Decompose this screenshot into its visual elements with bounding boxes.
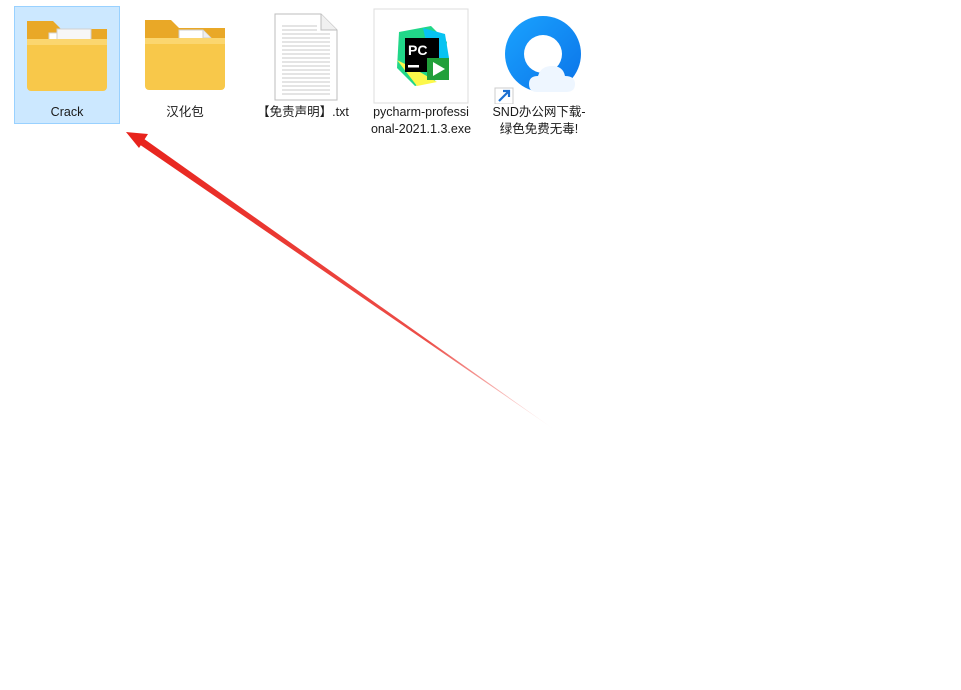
- pycharm-icon: PC: [373, 8, 469, 104]
- qq-browser-icon: [491, 8, 587, 104]
- folder-icon: [19, 9, 115, 105]
- shortcut-snd-download[interactable]: SND办公网下载-绿色免费无毒!: [486, 6, 592, 156]
- text-document-icon: [255, 8, 351, 104]
- file-label: pycharm-professional-2021.1.3.exe: [370, 105, 472, 136]
- folder-chinese-pack[interactable]: 汉化包: [132, 6, 238, 156]
- folder-icon: [137, 8, 233, 104]
- folder-label: Crack: [50, 105, 84, 119]
- pycharm-badge-text: PC: [408, 42, 427, 58]
- file-label: SND办公网下载-绿色免费无毒!: [492, 105, 586, 136]
- file-pycharm-installer[interactable]: PC pycharm-professional-2021.1.3.exe: [368, 6, 474, 156]
- file-label: 【免责声明】.txt: [257, 105, 349, 119]
- folder-label: 汉化包: [166, 105, 204, 119]
- file-disclaimer-txt[interactable]: 【免责声明】.txt: [250, 6, 356, 156]
- folder-crack[interactable]: Crack: [14, 6, 120, 124]
